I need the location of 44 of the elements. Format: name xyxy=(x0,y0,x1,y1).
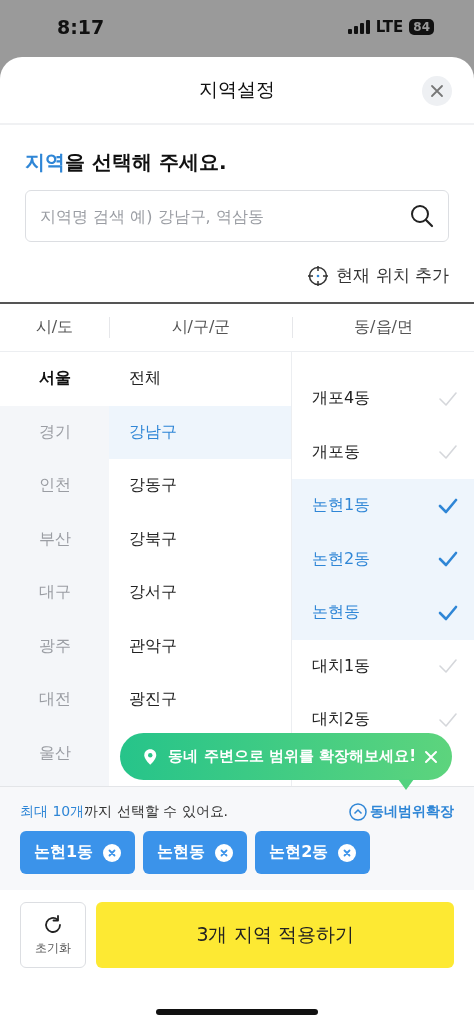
column-header: 시/도 xyxy=(34,317,75,338)
province-item[interactable]: 서울 xyxy=(0,352,109,406)
neighborhood-item[interactable]: 논현2동 xyxy=(292,532,474,586)
province-item[interactable]: 인천 xyxy=(0,459,109,513)
chevron-up-icon xyxy=(349,803,367,821)
selected-chip[interactable]: 논현1동 xyxy=(20,831,136,874)
apply-button[interactable]: 3개 지역 적용하기 xyxy=(96,902,454,968)
remove-icon[interactable] xyxy=(215,843,234,862)
current-location-button[interactable]: 현재 위치 추가 xyxy=(308,264,449,287)
remove-icon[interactable] xyxy=(103,843,122,862)
limit-notice: 최대 10개 까지 선택할 수 있어요. xyxy=(20,803,229,821)
sheet-title: 지역설정 xyxy=(199,77,275,102)
province-item[interactable]: 대전 xyxy=(0,673,109,727)
search-input[interactable]: 지역명 검색 예) 강남구, 역삼동 xyxy=(38,205,410,227)
district-item[interactable]: 강남구 xyxy=(109,405,291,459)
province-item[interactable]: 울산 xyxy=(0,726,109,780)
neighborhood-item[interactable]: 논현1동 xyxy=(292,479,474,533)
neighborhood-item[interactable]: 논현동 xyxy=(292,586,474,640)
province-item[interactable]: 경기 xyxy=(0,405,109,459)
signal-icon xyxy=(347,19,370,34)
reset-button[interactable]: 초기화 xyxy=(20,902,86,968)
expand-range-link[interactable]: 동네범위확장 xyxy=(349,803,454,821)
province-item[interactable]: 광주 xyxy=(0,619,109,673)
battery-indicator: 84 xyxy=(409,18,434,35)
remove-icon[interactable] xyxy=(338,843,357,862)
network-label: LTE xyxy=(375,17,404,36)
column-header: 시/구/군 xyxy=(109,317,292,338)
close-button[interactable] xyxy=(424,749,438,764)
search-icon[interactable] xyxy=(410,204,434,228)
close-icon xyxy=(430,84,444,98)
close-icon xyxy=(424,749,438,764)
crosshair-icon xyxy=(308,265,329,286)
province-item[interactable]: 대구 xyxy=(0,566,109,620)
search-field[interactable]: 지역명 검색 예) 강남구, 역삼동 xyxy=(25,190,449,242)
selected-chip[interactable]: 논현2동 xyxy=(255,831,371,874)
province-item[interactable]: 부산 xyxy=(0,512,109,566)
tooltip-tail-icon xyxy=(398,779,414,790)
status-time: 8:17 xyxy=(57,15,105,38)
close-button[interactable] xyxy=(422,76,452,106)
refresh-icon xyxy=(42,913,64,936)
selected-chip[interactable]: 논현동 xyxy=(143,831,248,874)
column-header: 동/읍/면 xyxy=(292,317,474,338)
heading: 지역을 선택해 주세요. xyxy=(25,149,228,176)
tooltip-text: 동네 주변으로 범위를 확장해보세요! xyxy=(168,747,416,766)
